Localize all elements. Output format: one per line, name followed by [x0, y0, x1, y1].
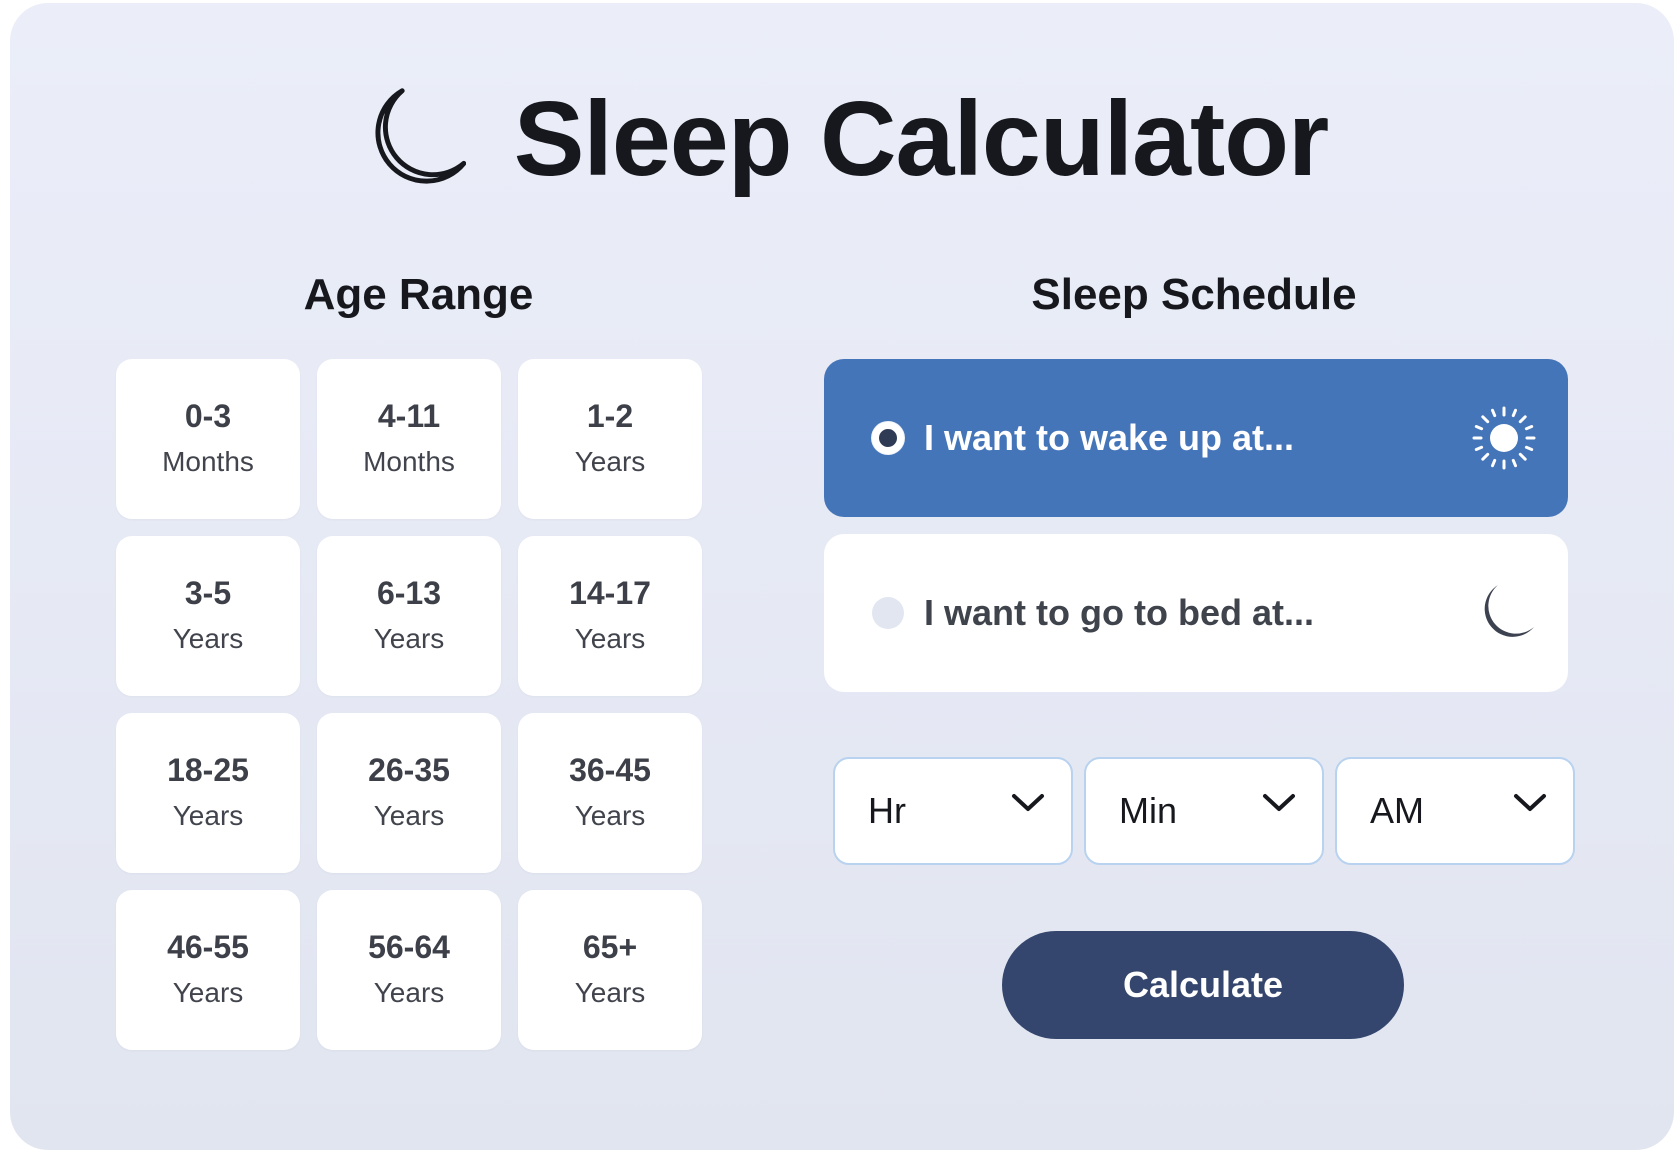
age-range-value: 3-5	[184, 575, 232, 611]
age-range-grid: 0-3 Months 4-11 Months 1-2 Years 3-5 Yea…	[116, 359, 716, 1050]
hour-select[interactable]: Hr	[833, 757, 1073, 865]
moon-outline-icon	[375, 88, 466, 184]
age-option-46-55-years[interactable]: 46-55 Years	[116, 890, 300, 1050]
age-range-unit: Years	[373, 800, 445, 831]
age-range-unit: Months	[162, 446, 254, 477]
age-option-1-2-years[interactable]: 1-2 Years	[518, 359, 702, 519]
age-option-65-plus-years[interactable]: 65+ Years	[518, 890, 702, 1050]
age-range-unit: Years	[373, 623, 445, 654]
age-range-unit: Months	[363, 446, 455, 477]
age-range-unit: Years	[172, 977, 244, 1008]
age-option-0-3-months[interactable]: 0-3 Months	[116, 359, 300, 519]
sleep-schedule-title: Sleep Schedule	[1031, 270, 1357, 319]
wake-up-radio[interactable]	[872, 422, 904, 454]
calculator-card: Sleep Calculator Age Range Sleep Schedul…	[10, 3, 1674, 1150]
age-option-6-13-years[interactable]: 6-13 Years	[317, 536, 501, 696]
hour-select-value: Hr	[868, 790, 906, 831]
age-range-unit: Years	[373, 977, 445, 1008]
age-range-value: 0-3	[184, 398, 232, 434]
chevron-down-icon	[1514, 794, 1546, 811]
header: Sleep Calculator	[10, 79, 1674, 199]
age-range-unit: Years	[574, 977, 646, 1008]
age-option-14-17-years[interactable]: 14-17 Years	[518, 536, 702, 696]
go-to-bed-option[interactable]: I want to go to bed at...	[824, 534, 1568, 692]
age-option-56-64-years[interactable]: 56-64 Years	[317, 890, 501, 1050]
age-range-unit: Years	[574, 446, 646, 477]
age-range-value: 65+	[582, 929, 638, 965]
am-pm-select[interactable]: AM	[1335, 757, 1575, 865]
minute-select-value: Min	[1119, 790, 1178, 831]
go-to-bed-radio[interactable]	[872, 597, 904, 629]
age-range-unit: Years	[172, 623, 244, 654]
moon-icon	[1484, 585, 1534, 637]
am-pm-select-value: AM	[1370, 790, 1424, 831]
age-option-3-5-years[interactable]: 3-5 Years	[116, 536, 300, 696]
age-option-18-25-years[interactable]: 18-25 Years	[116, 713, 300, 873]
calculate-button[interactable]: Calculate	[1002, 931, 1404, 1039]
chevron-down-icon	[1263, 794, 1295, 811]
age-range-value: 46-55	[167, 929, 249, 965]
age-range-value: 6-13	[376, 575, 442, 611]
go-to-bed-option-label: I want to go to bed at...	[924, 592, 1314, 633]
chevron-down-icon	[1012, 794, 1044, 811]
age-range-unit: Years	[574, 800, 646, 831]
age-range-value: 14-17	[569, 575, 651, 611]
minute-select[interactable]: Min	[1084, 757, 1324, 865]
age-range-value: 18-25	[167, 752, 249, 788]
age-option-36-45-years[interactable]: 36-45 Years	[518, 713, 702, 873]
age-range-value: 26-35	[368, 752, 450, 788]
age-range-value: 4-11	[377, 398, 441, 434]
age-range-title: Age Range	[303, 270, 534, 319]
age-option-4-11-months[interactable]: 4-11 Months	[317, 359, 501, 519]
age-range-value: 56-64	[368, 929, 450, 965]
page-title: Sleep Calculator	[513, 79, 1330, 198]
age-range-unit: Years	[574, 623, 646, 654]
wake-up-option[interactable]: I want to wake up at...	[824, 359, 1568, 517]
age-range-value: 1-2	[586, 398, 634, 434]
sun-icon	[1472, 406, 1536, 470]
age-range-value: 36-45	[569, 752, 651, 788]
age-range-unit: Years	[172, 800, 244, 831]
age-option-26-35-years[interactable]: 26-35 Years	[317, 713, 501, 873]
wake-up-option-label: I want to wake up at...	[924, 417, 1295, 458]
